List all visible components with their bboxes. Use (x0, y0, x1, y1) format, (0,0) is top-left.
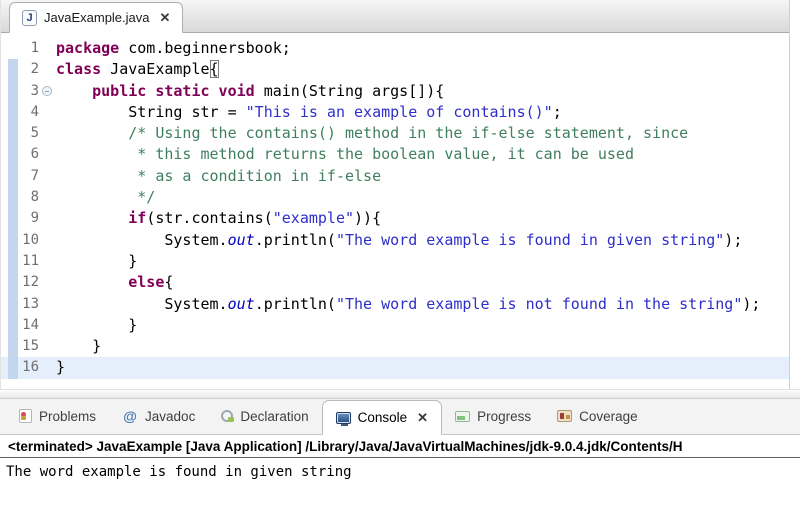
code-text: System.out.println("The word example is … (56, 294, 761, 313)
editor-tabbar: J JavaExample.java ✕ (1, 0, 789, 33)
fold-column (39, 251, 56, 272)
bottom-tabbar: Problems Javadoc Declaration Console ✕ Progre… (0, 398, 800, 435)
line-number: 6 (30, 146, 39, 163)
line-number: 13 (22, 295, 39, 312)
line-number: 10 (22, 231, 39, 248)
tab-coverage[interactable]: Coverage (544, 398, 651, 434)
fold-column (39, 144, 56, 165)
coverage-icon (557, 410, 573, 422)
line-number: 4 (30, 103, 39, 120)
code-text: class JavaExample{ (56, 60, 219, 79)
tab-label: Coverage (579, 408, 638, 424)
code-text: public static void main(String args[]){ (92, 81, 445, 100)
fold-column (39, 38, 56, 59)
line-number: 5 (30, 125, 39, 142)
code-text: else{ (128, 273, 174, 292)
fold-column (39, 123, 56, 144)
fold-column (39, 59, 56, 80)
line-number: 12 (22, 274, 39, 291)
code-line-9[interactable]: 9 if(str.contains("example")){ (1, 208, 789, 229)
fold-column (39, 336, 56, 357)
code-line-16[interactable]: 16} (1, 357, 789, 379)
line-number: 15 (22, 338, 39, 355)
editor-tab-javaexample[interactable]: J JavaExample.java ✕ (9, 2, 184, 33)
code-line-3[interactable]: 3 public static void main(String args[])… (1, 81, 789, 102)
fold-column (39, 81, 56, 102)
console-icon (335, 411, 351, 426)
code-line-13[interactable]: 13 System.out.println("The word example … (1, 294, 789, 315)
code-line-8[interactable]: 8 */ (1, 187, 789, 208)
tab-javadoc[interactable]: Javadoc (109, 398, 208, 434)
editor-tab-title: JavaExample.java (44, 10, 150, 25)
problems-icon (19, 409, 32, 423)
code-line-4[interactable]: 4 String str = "This is an example of co… (1, 102, 789, 123)
code-line-12[interactable]: 12 else{ (1, 272, 789, 293)
code-text: * as a condition in if-else (137, 166, 382, 185)
code-text: System.out.println("The word example is … (56, 230, 743, 249)
code-line-5[interactable]: 5 /* Using the contains() method in the … (1, 123, 789, 144)
fold-column (39, 294, 56, 315)
code-text: } (56, 358, 66, 377)
code-line-14[interactable]: 14 } (1, 315, 789, 336)
line-number: 3 (30, 82, 39, 99)
fold-column (39, 208, 56, 229)
fold-column (39, 315, 56, 336)
editor-region: J JavaExample.java ✕ 1 package com.beginn… (0, 0, 790, 389)
fold-column (39, 166, 56, 187)
line-number: 9 (30, 210, 39, 227)
code-text: package com.beginnersbook; (56, 39, 291, 57)
code-line-11[interactable]: 11 } (1, 251, 789, 272)
fold-column (39, 187, 56, 208)
console-output: The word example is found in given strin… (6, 464, 352, 480)
console-header: <terminated> JavaExample [Java Applicati… (0, 435, 800, 458)
tab-label: Progress (477, 408, 532, 424)
tab-problems[interactable]: Problems (6, 398, 109, 434)
tab-declaration[interactable]: Declaration (208, 398, 321, 434)
tab-label: Console (357, 410, 408, 425)
fold-column (39, 230, 56, 251)
declaration-icon (221, 410, 235, 422)
code-line-15[interactable]: 15 } (1, 336, 789, 357)
fold-column (39, 272, 56, 293)
line-number: 16 (22, 359, 39, 376)
tab-label: Declaration (240, 408, 309, 424)
code-line-2[interactable]: 2 class JavaExample{ (1, 59, 789, 80)
line-number: 14 (22, 316, 39, 333)
progress-icon (455, 410, 471, 422)
code-text: } (56, 337, 102, 356)
code-line-10[interactable]: 10 System.out.println("The word example … (1, 230, 789, 251)
code-line-7[interactable]: 7 * as a condition in if-else (1, 166, 789, 187)
fold-column (39, 357, 56, 378)
code-line-1[interactable]: 1 package com.beginnersbook; (1, 38, 789, 59)
code-text: if(str.contains("example")){ (128, 209, 382, 228)
tab-console[interactable]: Console ✕ (321, 400, 443, 435)
code-text: } (56, 251, 138, 270)
code-text: */ (137, 188, 156, 207)
fold-column (39, 102, 56, 123)
code-line-6[interactable]: 6 * this method returns the boolean valu… (1, 144, 789, 165)
console-view: <terminated> JavaExample [Java Applicati… (0, 435, 800, 514)
panel-sash[interactable] (0, 389, 800, 398)
line-number: 7 (30, 167, 39, 184)
java-file-icon: J (22, 9, 37, 26)
line-number: 2 (30, 61, 39, 78)
code-area[interactable]: 1 package com.beginnersbook; 2 class JavaEx… (1, 33, 789, 389)
code-text: /* Using the contains() method in the if… (128, 124, 689, 143)
tab-label: Javadoc (145, 408, 196, 424)
line-number: 8 (30, 189, 39, 206)
tab-label: Problems (39, 408, 97, 424)
code-text: } (56, 315, 138, 334)
code-text: String str = "This is an example of cont… (56, 102, 562, 121)
fold-collapse-icon[interactable] (42, 85, 52, 96)
close-icon[interactable]: ✕ (160, 10, 171, 26)
line-number: 1 (30, 40, 39, 56)
line-number: 11 (22, 252, 39, 269)
code-text: * this method returns the boolean value,… (137, 145, 634, 164)
tab-progress[interactable]: Progress (442, 398, 544, 434)
close-icon[interactable]: ✕ (417, 410, 428, 426)
javadoc-icon (122, 409, 138, 424)
